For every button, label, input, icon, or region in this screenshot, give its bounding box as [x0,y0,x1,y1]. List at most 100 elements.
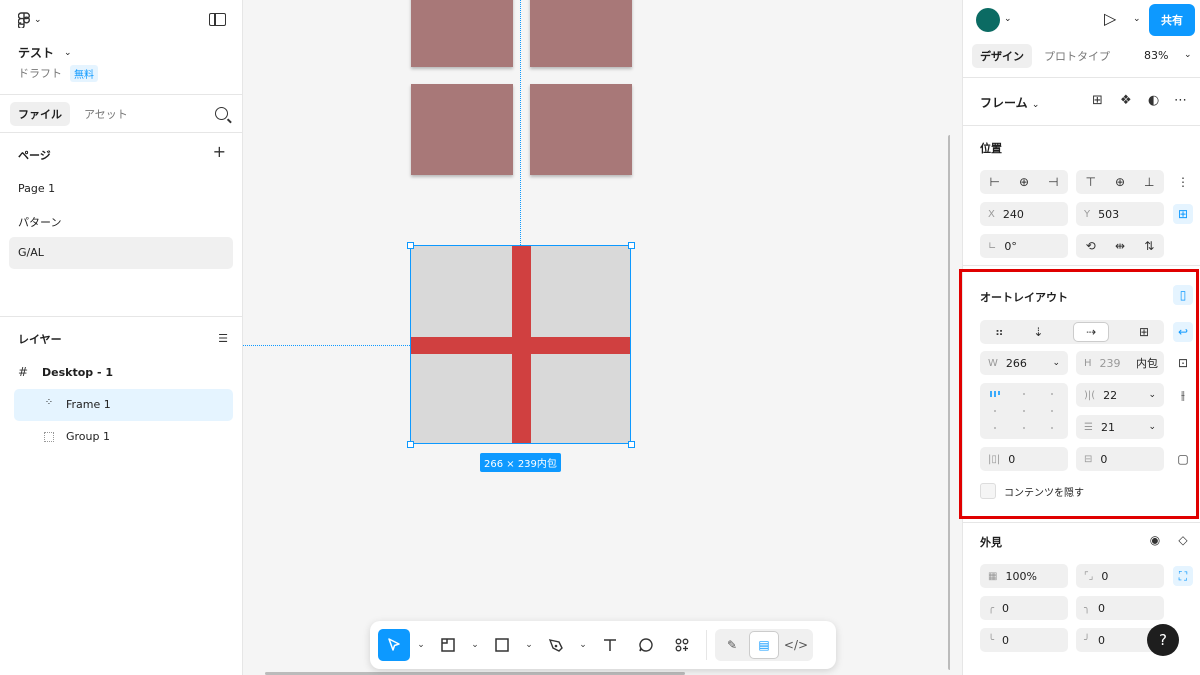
radius-value: 0 [1101,569,1109,583]
chevron-down-icon[interactable]: ⌄ [414,640,428,650]
align-bottom-icon[interactable]: ⊥ [1144,175,1154,189]
design-mode-button[interactable]: ▤ [749,631,779,659]
radius-tr-value: 0 [1098,601,1106,615]
independent-corners-icon[interactable]: ⛶ [1173,566,1193,586]
layer-item[interactable]: Group 1 [14,421,233,453]
page-item[interactable]: Page 1 [9,173,233,205]
chevron-down-icon[interactable]: ⌄ [468,640,482,650]
play-icon[interactable]: ▷ [1104,9,1116,28]
radius-top-left-field[interactable]: ╭ 0 [980,596,1068,620]
layer-item-selected[interactable]: ⁘ Frame 1 [14,389,233,421]
sidebar-toggle-icon[interactable] [209,13,226,26]
avatar[interactable] [976,8,1000,32]
main-menu-button[interactable]: ⌄ [18,12,42,28]
corner-radius-field[interactable]: ⌜⌟ 0 [1076,564,1164,588]
y-value: 503 [1098,207,1120,221]
tab-prototype[interactable]: プロトタイプ [1036,44,1118,68]
auto-layout-icon: ⁘ [44,397,54,408]
chevron-down-icon[interactable]: ⌄ [522,640,536,650]
resize-handle[interactable] [407,441,414,448]
eye-icon[interactable]: ◉ [1145,530,1165,550]
canvas[interactable]: 266 × 239内包 [243,0,950,675]
constraints-icon[interactable]: ⊞ [1173,204,1193,224]
align-left-icon[interactable]: ⊢ [990,175,1000,189]
file-title-text: テスト [18,46,55,60]
move-tool-button[interactable] [378,629,410,661]
align-top-icon[interactable]: ⊤ [1086,175,1096,189]
grid-icon[interactable]: ⊞ [1092,93,1103,108]
search-icon[interactable] [215,107,228,120]
text-tool-button[interactable] [594,629,626,661]
rectangle-icon [495,638,509,652]
rotation-field[interactable]: ∟ 0° [980,234,1068,258]
pattern-tile[interactable] [411,0,513,67]
pattern-tile[interactable] [530,84,632,175]
chevron-down-icon[interactable]: ⌄ [576,640,590,650]
tab-design[interactable]: デザイン [972,44,1032,68]
resize-handle[interactable] [407,242,414,249]
help-button[interactable]: ? [1147,624,1179,656]
x-label: X [988,208,995,220]
flip-vertical-icon[interactable]: ⇅ [1144,239,1154,253]
frame-type-dropdown[interactable]: フレーム ⌄ [980,94,1039,111]
align-middle-icon[interactable]: ⊕ [1115,175,1125,189]
chevron-down-icon[interactable]: ⌄ [1133,14,1141,24]
group-icon [44,432,54,442]
rotation-icon: ∟ [988,240,997,252]
actions-tool-button[interactable] [666,629,698,661]
comment-tool-button[interactable] [630,629,662,661]
opacity-field[interactable]: ▦ 100% [980,564,1068,588]
component-icon[interactable]: ❖ [1120,93,1132,108]
tab-assets[interactable]: アセット [76,102,136,126]
page-item[interactable]: パターン [9,205,233,237]
distribute-icon[interactable]: ⋮ [1173,172,1193,192]
pattern-tile[interactable] [411,84,513,175]
resize-handle[interactable] [628,441,635,448]
add-page-icon[interactable]: + [213,144,226,160]
corner-bl-icon: ╰ [988,634,995,646]
radius-bottom-left-field[interactable]: ╰ 0 [980,628,1068,652]
radius-top-right-field[interactable]: ╮ 0 [1076,596,1164,620]
align-right-icon[interactable]: ⊣ [1048,175,1058,189]
collapse-layers-icon[interactable]: ☰ [218,332,228,345]
layer-item[interactable]: # Desktop - 1 [14,357,233,389]
pages-section: ページ + Page 1 パターン G/AL [0,133,242,317]
pen-tool-button[interactable] [540,629,572,661]
resize-handle[interactable] [628,242,635,249]
frame-tool-button[interactable] [432,629,464,661]
y-field[interactable]: Y 503 [1076,202,1164,226]
more-icon[interactable]: ⋯ [1174,93,1187,108]
plan-badge[interactable]: 無料 [70,65,98,82]
blend-mode-icon[interactable]: ◇ [1173,530,1193,550]
flip-horizontal-icon[interactable]: ⇹ [1115,239,1125,253]
zoom-level[interactable]: 83% [1144,49,1168,62]
bottom-toolbar: ⌄ ⌄ ⌄ ⌄ ✎ ▤ </> [370,621,836,669]
chevron-down-icon[interactable]: ⌄ [1184,50,1192,60]
rotate-icon[interactable]: ⟲ [1086,239,1096,253]
properties-panel: ⌄ ▷ ⌄ 共有 デザイン プロトタイプ 83% ⌄ フレーム ⌄ ⊞ ❖ ◐ … [959,0,1200,675]
file-title[interactable]: テスト ⌄ [18,44,72,61]
align-center-h-icon[interactable]: ⊕ [1019,175,1029,189]
rectangle-tool-button[interactable] [486,629,518,661]
radius-bl-value: 0 [1002,633,1010,647]
selected-frame[interactable] [410,245,631,444]
pages-heading: ページ [18,149,51,162]
mode-switcher: ✎ ▤ </> [715,629,813,661]
tab-file[interactable]: ファイル [10,101,70,126]
page-item-active[interactable]: G/AL [9,237,233,269]
x-field[interactable]: X 240 [980,202,1068,226]
appearance-heading: 外見 [980,536,1002,549]
highlight-box [959,269,1199,519]
dev-mode-button[interactable]: </> [781,631,811,659]
draw-mode-button[interactable]: ✎ [717,631,747,659]
pattern-tile[interactable] [530,0,632,67]
share-button[interactable]: 共有 [1149,4,1195,36]
comment-icon [639,638,653,652]
toolbar-divider [706,630,707,660]
chevron-down-icon: ⌄ [34,15,42,25]
mask-icon[interactable]: ◐ [1148,93,1159,108]
widgets-icon [675,638,689,652]
vertical-scrollbar[interactable] [948,135,950,670]
chevron-down-icon[interactable]: ⌄ [1004,14,1012,24]
cross-bar-horizontal[interactable] [411,337,630,354]
